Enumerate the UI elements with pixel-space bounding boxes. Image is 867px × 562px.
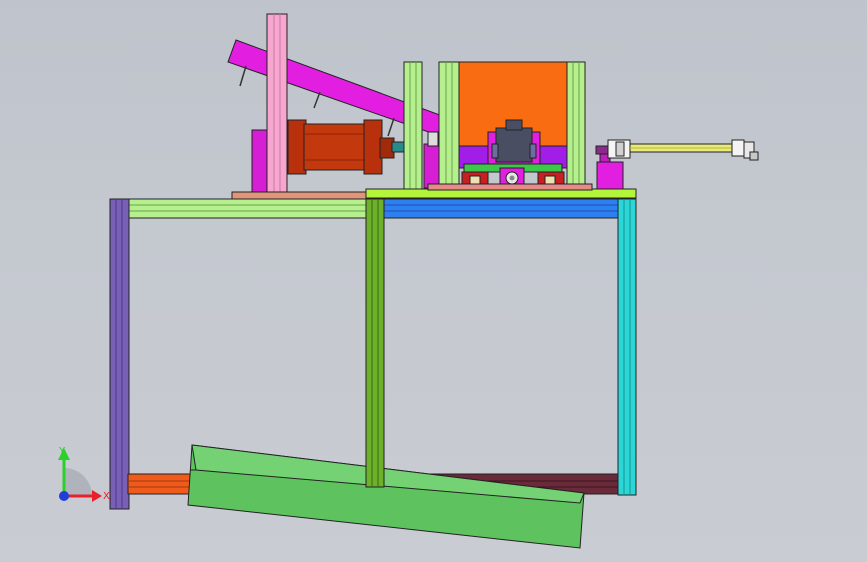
linear-actuator	[595, 139, 759, 161]
pneumatic-cylinder	[287, 119, 405, 175]
left-leg	[109, 198, 130, 510]
x-axis-label: X	[103, 491, 110, 502]
z-axis-dot	[59, 491, 69, 501]
coordinate-triad: Y X	[58, 446, 110, 502]
right-leg	[617, 198, 637, 496]
y-axis-label: Y	[58, 446, 66, 457]
top-beam-right	[383, 198, 621, 219]
ramp-bracket	[387, 117, 395, 137]
magenta-support	[251, 129, 269, 193]
motor-body	[495, 127, 533, 163]
base-plate	[231, 191, 373, 200]
top-beam-left	[127, 198, 369, 219]
center-guide-post	[438, 61, 460, 189]
ramp-bracket	[313, 91, 321, 109]
left-guide-post	[403, 61, 423, 193]
middle-leg	[365, 198, 385, 488]
sensor-box	[596, 161, 624, 191]
cad-model-view[interactable]: Y X	[0, 0, 867, 562]
mount-plate	[423, 143, 441, 189]
upper-assembly	[227, 13, 759, 200]
right-guide-post	[566, 61, 586, 189]
ramp-bracket	[239, 65, 247, 87]
pink-post	[266, 13, 288, 193]
discharge-chute	[187, 444, 585, 549]
cad-viewport[interactable]: Y X	[0, 0, 867, 562]
